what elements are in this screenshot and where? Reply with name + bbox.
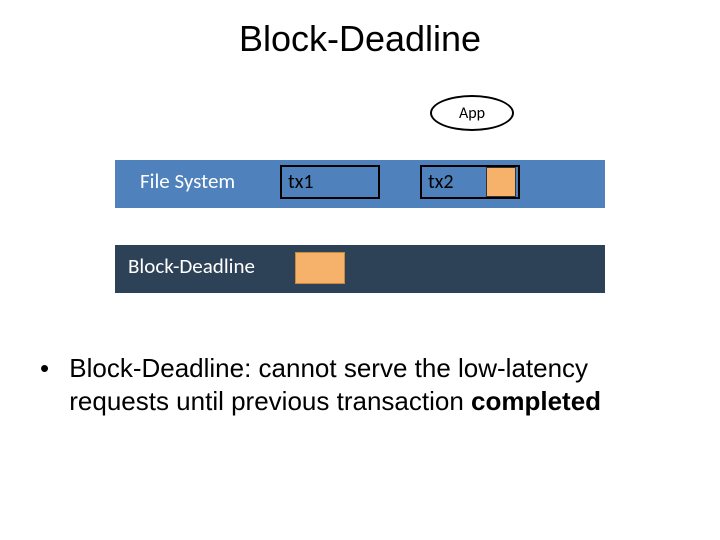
tx1-box: tx1 — [280, 165, 380, 199]
bullet-item: • Block-Deadline: cannot serve the low-l… — [40, 352, 680, 417]
app-node: App — [430, 95, 514, 131]
file-system-label: File System — [140, 168, 235, 194]
bullet-text: Block-Deadline: cannot serve the low-lat… — [69, 352, 679, 417]
app-label: App — [459, 104, 485, 123]
block-deadline-label: Block-Deadline — [128, 253, 255, 279]
tx2-low-latency-marker — [486, 167, 516, 197]
tx1-label: tx1 — [288, 170, 314, 194]
block-deadline-pending-marker — [295, 252, 345, 284]
page-title: Block-Deadline — [0, 18, 720, 60]
bullet-dot: • — [40, 352, 62, 385]
bullet-text-bold: completed — [471, 386, 601, 416]
tx2-label: tx2 — [428, 170, 454, 194]
